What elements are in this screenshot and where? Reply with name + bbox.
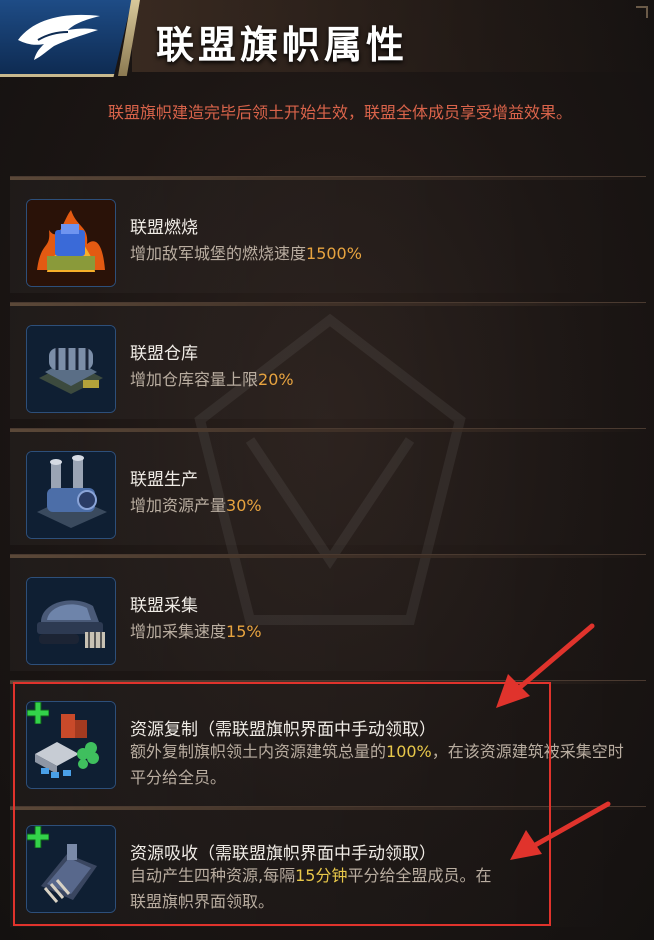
bonus-value: 30%	[226, 496, 262, 515]
burning-fortress-icon	[26, 199, 116, 287]
page-title: 联盟旗帜属性	[156, 23, 409, 67]
refinery-icon	[26, 451, 116, 539]
annotation-arrow-icon	[496, 623, 595, 708]
harvester-icon	[26, 577, 116, 665]
warehouse-icon	[26, 325, 116, 413]
page-subtitle: 联盟旗帜建造完毕后领土开始生效，联盟全体成员享受增益效果。	[107, 103, 572, 122]
list-item: 联盟生产 增加资源产量30%	[10, 428, 646, 545]
item-title: 联盟生产	[130, 470, 198, 490]
corner-ornament	[636, 6, 648, 18]
item-title: 联盟燃烧	[130, 218, 198, 238]
item-description: 增加敌军城堡的燃烧速度1500%	[130, 244, 362, 263]
list-item: 联盟燃烧 增加敌军城堡的燃烧速度1500%	[10, 176, 646, 293]
item-description: 增加资源产量30%	[130, 496, 262, 515]
bonus-value: 15%	[226, 622, 262, 641]
header: 联盟旗帜属性	[0, 0, 654, 78]
item-title: 联盟仓库	[130, 344, 198, 364]
item-title: 联盟采集	[130, 596, 198, 616]
bonus-value: 20%	[258, 370, 294, 389]
emblem-badge	[0, 0, 132, 77]
list-item: 联盟仓库 增加仓库容量上限20%	[10, 302, 646, 419]
item-description: 增加仓库容量上限20%	[130, 370, 294, 389]
bonus-value: 1500%	[306, 244, 362, 263]
eagle-wing-icon	[18, 14, 100, 60]
annotation-highlight-box	[13, 682, 551, 926]
annotation-arrow-icon	[510, 801, 611, 860]
